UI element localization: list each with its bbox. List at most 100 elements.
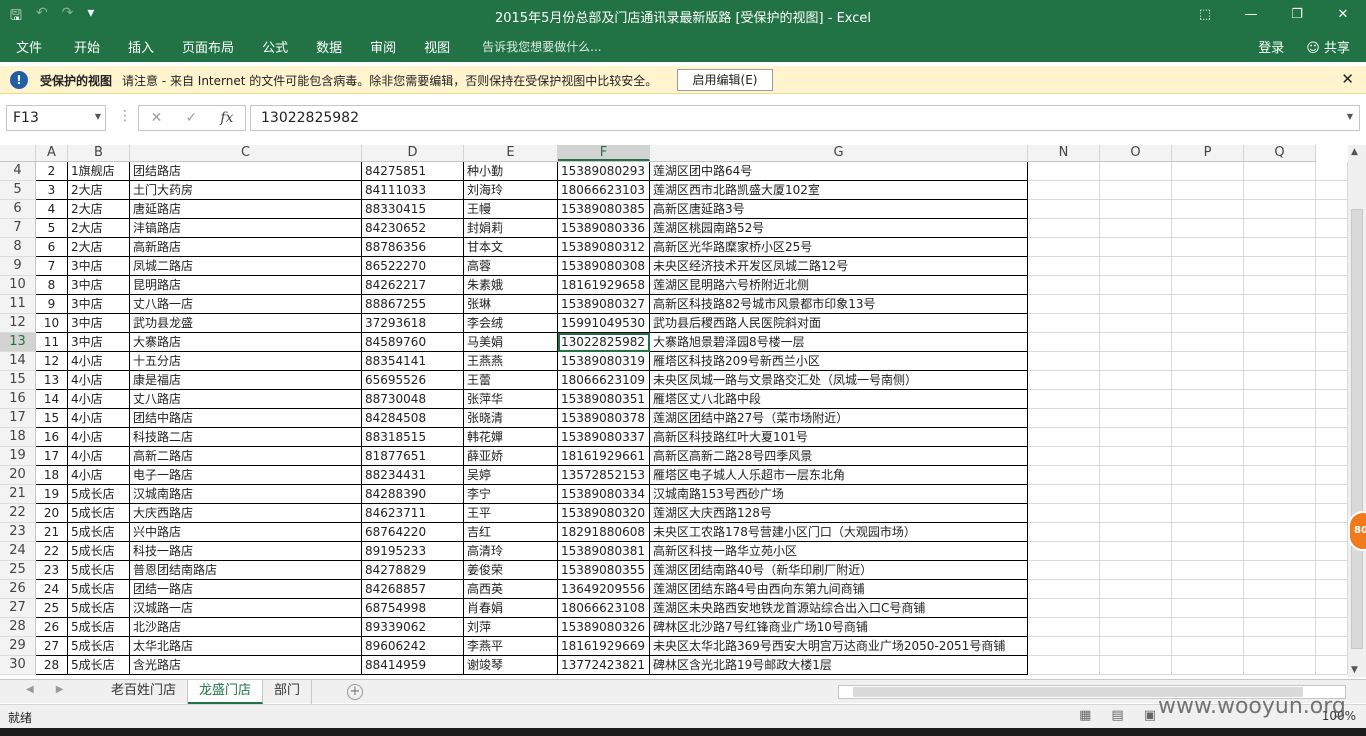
cell-e[interactable]: 谢竣琴 [464, 656, 558, 675]
cell-b[interactable]: 5成长店 [68, 637, 130, 656]
ribbon-tab[interactable]: 开始 [60, 37, 114, 56]
empty-cell[interactable] [1316, 637, 1348, 656]
row-header[interactable]: 25 [0, 561, 36, 580]
cell-d[interactable]: 89195233 [362, 542, 464, 561]
cell-c[interactable]: 汉城路一店 [130, 599, 362, 618]
cell-e[interactable]: 李燕平 [464, 637, 558, 656]
empty-cell[interactable] [1316, 618, 1348, 637]
empty-cell[interactable] [1244, 409, 1316, 428]
cell-f[interactable]: 15389080337 [558, 428, 650, 447]
cell-e[interactable]: 张晓清 [464, 409, 558, 428]
cell-a[interactable]: 24 [36, 580, 68, 599]
scroll-thumb[interactable] [1351, 209, 1363, 649]
cell-g[interactable]: 汉城南路153号西砂广场 [650, 485, 1028, 504]
cell-c[interactable]: 昆明路店 [130, 276, 362, 295]
empty-cell[interactable] [1172, 333, 1244, 352]
cell-e[interactable]: 刘海玲 [464, 181, 558, 200]
empty-cell[interactable] [1028, 181, 1100, 200]
cell-g[interactable]: 高新区高新二路28号四季风景 [650, 447, 1028, 466]
cell-b[interactable]: 4小店 [68, 409, 130, 428]
cell-c[interactable]: 汉城南路店 [130, 485, 362, 504]
empty-cell[interactable] [1244, 466, 1316, 485]
cell-c[interactable]: 康是福店 [130, 371, 362, 390]
close-icon[interactable]: ✕ [1341, 70, 1354, 88]
cell-e[interactable]: 朱素娥 [464, 276, 558, 295]
cell-g[interactable]: 莲湖区西市北路凯盛大厦102室 [650, 181, 1028, 200]
cell-e[interactable]: 高蓉 [464, 257, 558, 276]
empty-cell[interactable] [1100, 523, 1172, 542]
cell-f[interactable]: 15389080319 [558, 352, 650, 371]
cell-a[interactable]: 6 [36, 238, 68, 257]
empty-cell[interactable] [1244, 200, 1316, 219]
empty-cell[interactable] [1172, 542, 1244, 561]
select-all-corner[interactable] [0, 145, 36, 161]
cell-b[interactable]: 3中店 [68, 276, 130, 295]
sheet-tab[interactable]: 部门 [263, 680, 313, 704]
empty-cell[interactable] [1316, 276, 1348, 295]
cell-a[interactable]: 20 [36, 504, 68, 523]
empty-cell[interactable] [1100, 333, 1172, 352]
cell-c[interactable]: 大寨路店 [130, 333, 362, 352]
empty-cell[interactable] [1172, 295, 1244, 314]
cell-a[interactable]: 18 [36, 466, 68, 485]
cell-e[interactable]: 王蕾 [464, 371, 558, 390]
cell-a[interactable]: 16 [36, 428, 68, 447]
cell-d[interactable]: 88867255 [362, 295, 464, 314]
empty-cell[interactable] [1100, 409, 1172, 428]
column-header[interactable]: Q [1244, 145, 1316, 161]
cell-g[interactable]: 雁塔区电子城人人乐超市一层东北角 [650, 466, 1028, 485]
cell-c[interactable]: 团结中路店 [130, 409, 362, 428]
cell-e[interactable]: 李会绒 [464, 314, 558, 333]
cell-g[interactable]: 高新区光华路糜家桥小区25号 [650, 238, 1028, 257]
cell-c[interactable]: 普恩团结南路店 [130, 561, 362, 580]
row-header[interactable]: 20 [0, 466, 36, 485]
empty-cell[interactable] [1172, 238, 1244, 257]
prev-sheet-icon[interactable]: ◀ [26, 684, 34, 695]
cell-f[interactable]: 15389080385 [558, 200, 650, 219]
cell-e[interactable]: 王幔 [464, 200, 558, 219]
enable-editing-button[interactable]: 启用编辑(E) [677, 69, 773, 91]
empty-cell[interactable] [1172, 276, 1244, 295]
cell-f[interactable]: 13649209556 [558, 580, 650, 599]
row-header[interactable]: 29 [0, 637, 36, 656]
cell-e[interactable]: 张琳 [464, 295, 558, 314]
row-header[interactable]: 23 [0, 523, 36, 542]
column-header[interactable]: O [1100, 145, 1172, 161]
empty-cell[interactable] [1244, 618, 1316, 637]
cell-f[interactable]: 15389080336 [558, 219, 650, 238]
cell-b[interactable]: 3中店 [68, 333, 130, 352]
empty-cell[interactable] [1172, 580, 1244, 599]
empty-cell[interactable] [1172, 618, 1244, 637]
cell-b[interactable]: 4小店 [68, 390, 130, 409]
cell-c[interactable]: 唐延路店 [130, 200, 362, 219]
cell-f[interactable]: 15389080320 [558, 504, 650, 523]
empty-cell[interactable] [1172, 523, 1244, 542]
cell-e[interactable]: 高西英 [464, 580, 558, 599]
cell-b[interactable]: 5成长店 [68, 599, 130, 618]
empty-cell[interactable] [1244, 238, 1316, 257]
cell-f[interactable]: 15991049530 [558, 314, 650, 333]
cell-c[interactable]: 含光路店 [130, 656, 362, 675]
ribbon-tab[interactable]: 插入 [114, 37, 168, 56]
cell-c[interactable]: 科技一路店 [130, 542, 362, 561]
chevron-down-icon[interactable]: ▼ [1347, 112, 1353, 121]
empty-cell[interactable] [1316, 181, 1348, 200]
empty-cell[interactable] [1100, 200, 1172, 219]
cell-a[interactable]: 15 [36, 409, 68, 428]
cell-c[interactable]: 高新路店 [130, 238, 362, 257]
empty-cell[interactable] [1172, 200, 1244, 219]
cell-a[interactable]: 26 [36, 618, 68, 637]
cell-b[interactable]: 5成长店 [68, 504, 130, 523]
cell-e[interactable]: 封娟莉 [464, 219, 558, 238]
empty-cell[interactable] [1316, 485, 1348, 504]
cell-a[interactable]: 5 [36, 219, 68, 238]
empty-cell[interactable] [1100, 257, 1172, 276]
empty-cell[interactable] [1028, 466, 1100, 485]
cell-d[interactable]: 84288390 [362, 485, 464, 504]
ribbon-tab[interactable]: 审阅 [356, 37, 410, 56]
empty-cell[interactable] [1100, 428, 1172, 447]
empty-cell[interactable] [1100, 295, 1172, 314]
empty-cell[interactable] [1244, 314, 1316, 333]
empty-cell[interactable] [1028, 656, 1100, 675]
row-header[interactable]: 7 [0, 219, 36, 238]
